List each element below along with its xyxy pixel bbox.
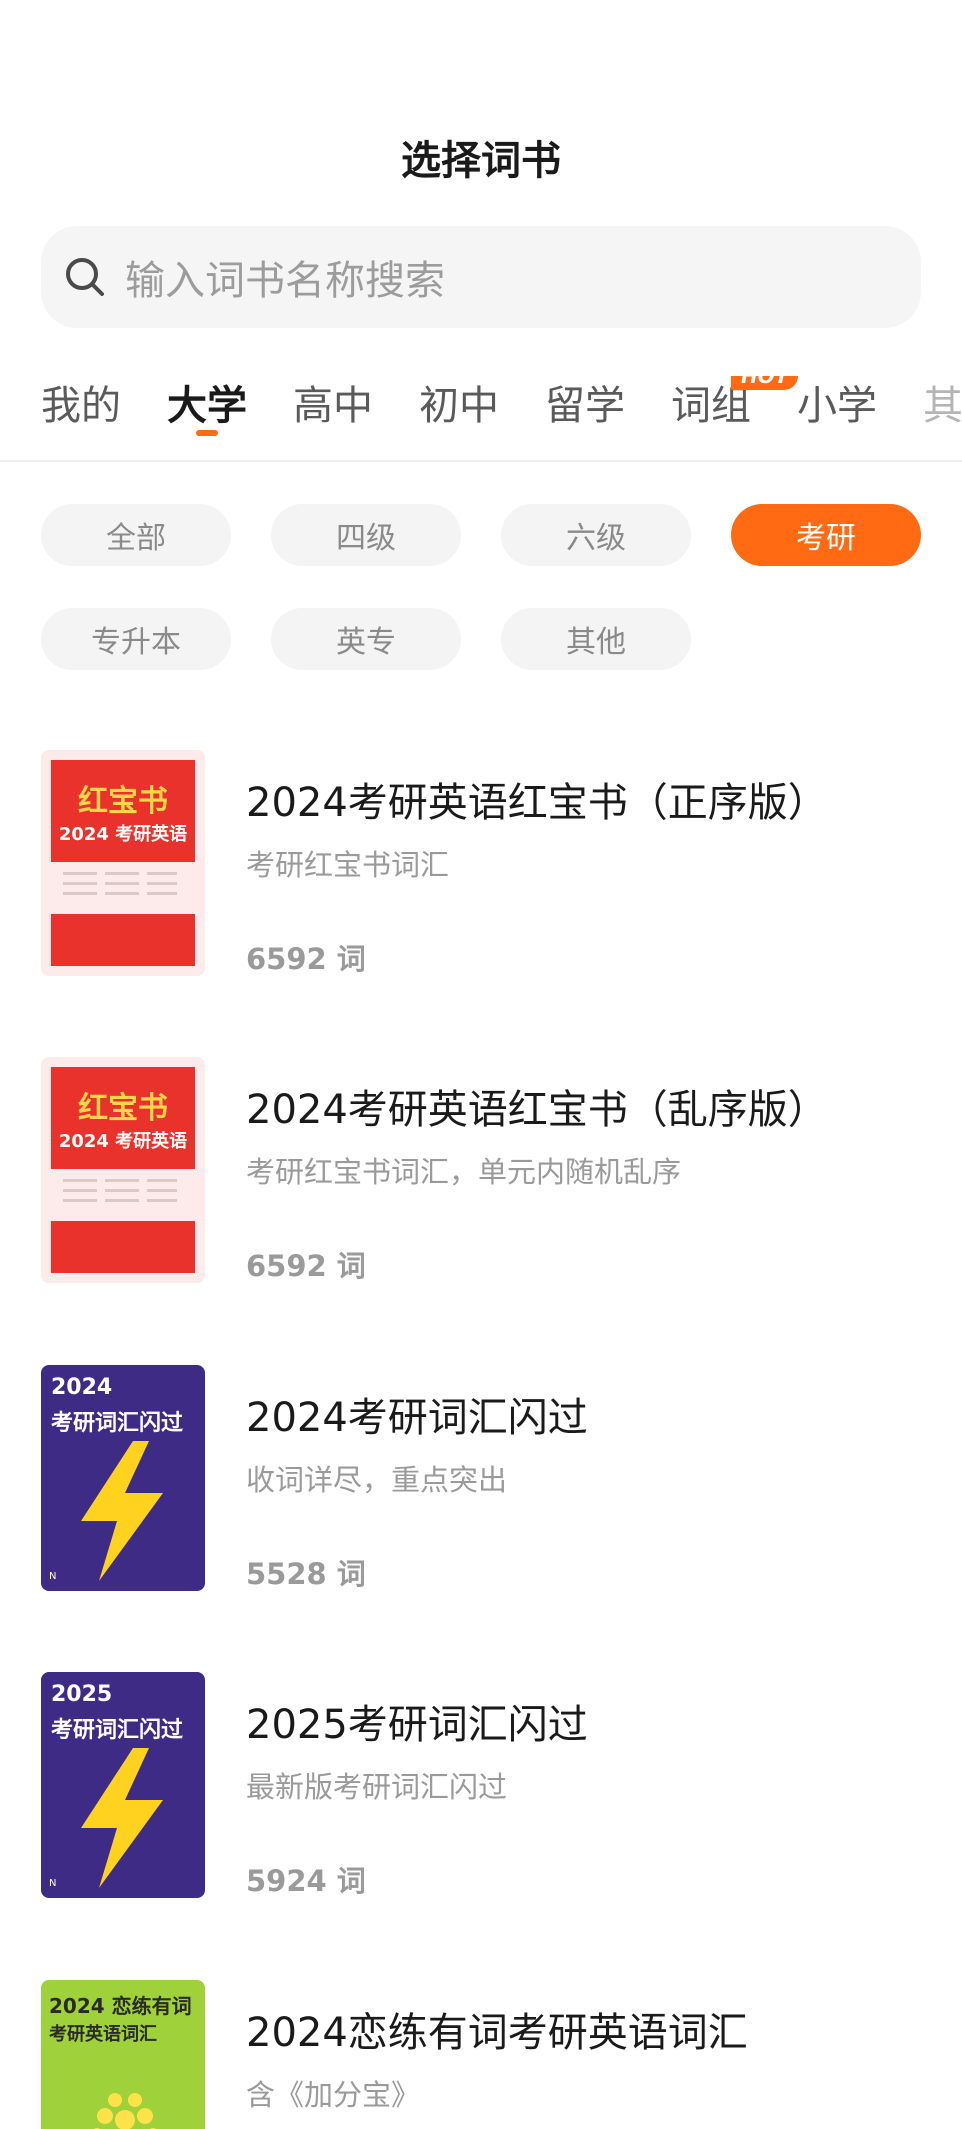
cover-text-lines xyxy=(63,1179,177,1202)
word-count: 6592 词 xyxy=(246,942,366,976)
book-description: 考研红宝书词汇，单元内随机乱序 xyxy=(246,1155,682,1189)
cover-publisher-mark: N xyxy=(49,1878,57,1889)
word-count: 5924 词 xyxy=(246,1864,366,1898)
book-cover: 红宝书 2024 考研英语 xyxy=(41,750,205,976)
book-item[interactable]: 红宝书 2024 考研英语 2024考研英语红宝书（正序版） 考研红宝书词汇 6… xyxy=(41,750,921,980)
book-selection-screen: 选择词书 输入词书名称搜索 我的 大学 高中 初中 留学 词组 HOT 小学 其 … xyxy=(0,0,962,2129)
search-input[interactable]: 输入词书名称搜索 xyxy=(125,248,445,306)
cover-subtitle: 2024 考研英语 xyxy=(58,824,188,845)
tab-label: 初中 xyxy=(419,383,499,429)
book-description: 含《加分宝》 xyxy=(246,2078,421,2112)
tab-label: 小学 xyxy=(797,383,877,429)
flower-icon xyxy=(93,2093,157,2129)
book-title: 2025考研词汇闪过 xyxy=(246,1702,588,1748)
cover-year: 2024 xyxy=(51,1375,113,1400)
page-title: 选择词书 xyxy=(401,138,561,184)
cover-publisher-mark: N xyxy=(49,1571,57,1582)
filter-english-major[interactable]: 英专 xyxy=(271,608,461,670)
active-tab-indicator xyxy=(196,430,218,436)
cover-band xyxy=(51,914,195,966)
filter-other[interactable]: 其他 xyxy=(501,608,691,670)
word-count: 5528 词 xyxy=(246,1557,366,1591)
cover-subtitle: 考研英语词汇 xyxy=(49,2024,157,2045)
cover-title: 考研词汇闪过 xyxy=(51,1411,184,1436)
cover-text-lines xyxy=(63,872,177,895)
book-title: 2024恋练有词考研英语词汇 xyxy=(246,2010,748,2056)
book-cover: 2024 恋练有词 考研英语词汇 xyxy=(41,1980,205,2129)
tab-university[interactable]: 大学 xyxy=(167,376,247,436)
tab-high-school[interactable]: 高中 xyxy=(293,376,373,436)
cover-band: 红宝书 2024 考研英语 xyxy=(51,760,195,862)
tab-middle-school[interactable]: 初中 xyxy=(419,376,499,436)
tabs-divider xyxy=(0,460,962,462)
search-icon xyxy=(66,258,104,296)
book-title: 2024考研英语红宝书（乱序版） xyxy=(246,1087,828,1133)
book-item[interactable]: 2025 考研词汇闪过 N 2025考研词汇闪过 最新版考研词汇闪过 5924 … xyxy=(41,1672,921,1902)
tab-mine[interactable]: 我的 xyxy=(41,376,121,436)
book-item[interactable]: 2024 考研词汇闪过 N 2024考研词汇闪过 收词详尽，重点突出 5528 … xyxy=(41,1365,921,1595)
tab-other[interactable]: 其 xyxy=(923,376,962,436)
tab-label: 其 xyxy=(923,383,962,429)
lightning-icon xyxy=(81,1748,163,1888)
book-cover: 红宝书 2024 考研英语 xyxy=(41,1057,205,1283)
book-description: 最新版考研词汇闪过 xyxy=(246,1770,508,1804)
book-cover: 2025 考研词汇闪过 N xyxy=(41,1672,205,1898)
hot-badge: HOT xyxy=(731,376,799,390)
search-bar[interactable]: 输入词书名称搜索 xyxy=(41,226,921,328)
tab-label: 留学 xyxy=(545,383,625,429)
book-item[interactable]: 红宝书 2024 考研英语 2024考研英语红宝书（乱序版） 考研红宝书词汇，单… xyxy=(41,1057,921,1287)
cover-title: 考研词汇闪过 xyxy=(51,1718,184,1743)
cover-title: 红宝书 xyxy=(78,784,168,819)
word-count: 6592 词 xyxy=(246,1249,366,1283)
cover-title: 2024 恋练有词 xyxy=(49,1994,192,2018)
book-title: 2024考研英语红宝书（正序版） xyxy=(246,780,828,826)
book-title: 2024考研词汇闪过 xyxy=(246,1395,588,1441)
cover-year: 2025 xyxy=(51,1682,113,1707)
filter-postgrad[interactable]: 考研 xyxy=(731,504,921,566)
tab-primary-school[interactable]: 小学 xyxy=(797,376,877,436)
cover-band: 红宝书 2024 考研英语 xyxy=(51,1067,195,1169)
tab-label: 我的 xyxy=(41,383,121,429)
tab-label: 大学 xyxy=(167,383,247,429)
filter-all[interactable]: 全部 xyxy=(41,504,231,566)
tab-label: 高中 xyxy=(293,383,373,429)
filter-upgrade[interactable]: 专升本 xyxy=(41,608,231,670)
filter-cet4[interactable]: 四级 xyxy=(271,504,461,566)
cover-subtitle: 2024 考研英语 xyxy=(58,1131,188,1152)
book-description: 考研红宝书词汇 xyxy=(246,848,450,882)
category-tabs: 我的 大学 高中 初中 留学 词组 HOT 小学 其 xyxy=(41,376,962,446)
filter-cet6[interactable]: 六级 xyxy=(501,504,691,566)
book-cover: 2024 考研词汇闪过 N xyxy=(41,1365,205,1591)
cover-title: 红宝书 xyxy=(78,1091,168,1126)
book-description: 收词详尽，重点突出 xyxy=(246,1463,508,1497)
cover-band xyxy=(51,1221,195,1273)
tab-phrases[interactable]: 词组 HOT xyxy=(671,376,799,436)
lightning-icon xyxy=(81,1441,163,1581)
book-item[interactable]: 2024 恋练有词 考研英语词汇 2024恋练有词考研英语词汇 含《加分宝》 xyxy=(41,1980,921,2129)
tab-study-abroad[interactable]: 留学 xyxy=(545,376,625,436)
